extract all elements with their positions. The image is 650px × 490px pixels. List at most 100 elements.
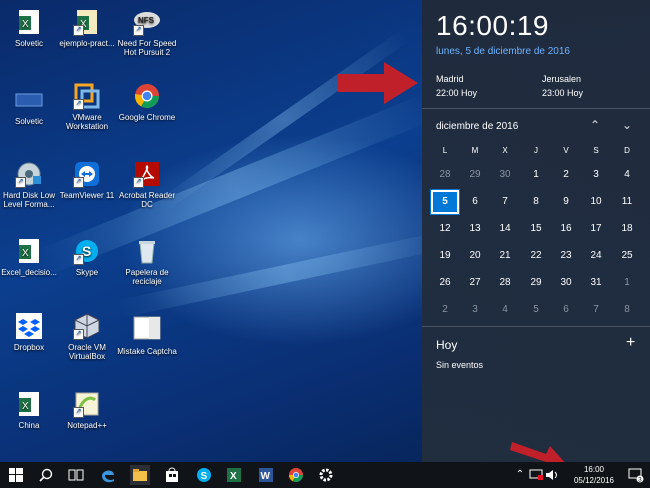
calendar-day[interactable]: 19 [430, 243, 460, 269]
action-center-icon[interactable]: 3 [626, 465, 646, 485]
svg-text:S: S [201, 471, 208, 482]
add-event-icon[interactable]: + [626, 334, 635, 352]
excel-file-icon: X↗ [73, 8, 101, 36]
calendar-day[interactable]: 16 [551, 216, 581, 242]
weekday-label: J [534, 146, 538, 155]
calendar-day[interactable]: 8 [612, 297, 642, 323]
red-arrow-icon [338, 62, 418, 104]
divider [422, 108, 650, 109]
settings-icon[interactable] [316, 465, 336, 485]
calendar-day[interactable]: 25 [612, 243, 642, 269]
calendar-day[interactable]: 18 [612, 216, 642, 242]
calendar-day[interactable]: 9 [551, 189, 581, 215]
task-view-icon[interactable] [66, 465, 86, 485]
calendar-day[interactable]: 1 [521, 162, 551, 188]
calendar-day[interactable]: 28 [430, 162, 460, 188]
folder-shortcut-icon [15, 86, 43, 114]
calendar-day[interactable]: 7 [581, 297, 611, 323]
calendar-day[interactable]: 4 [612, 162, 642, 188]
nfs-game-icon: NFS ↗ [133, 8, 161, 36]
start-icon[interactable] [6, 465, 26, 485]
divider [422, 326, 650, 327]
chevron-up-icon[interactable]: ⌃ [590, 118, 600, 132]
calendar-day[interactable]: 24 [581, 243, 611, 269]
calendar-day[interactable]: 30 [551, 270, 581, 296]
clock-calendar-flyout: 16:00:19 lunes, 5 de diciembre de 2016 M… [422, 0, 650, 462]
desktop-icon-recycle-bin[interactable]: Papelera de reciclaje [112, 237, 182, 286]
calendar-day[interactable]: 8 [521, 189, 551, 215]
file-explorer-icon[interactable] [130, 465, 150, 485]
calendar-day[interactable]: 29 [460, 162, 490, 188]
taskbar: S X W ⌃ 3 [0, 462, 650, 488]
calendar-day[interactable]: 3 [460, 297, 490, 323]
calendar-day[interactable]: 7 [490, 189, 520, 215]
flyout-date-link[interactable]: lunes, 5 de diciembre de 2016 [436, 46, 570, 57]
calendar-day[interactable]: 3 [581, 162, 611, 188]
agenda-empty-text: Sin eventos [436, 360, 484, 370]
recycle-bin-icon [133, 237, 161, 265]
desktop-icon-mistake-captcha[interactable]: Mistake Captcha [112, 316, 182, 356]
desktop-icon-chrome[interactable]: Google Chrome [112, 82, 182, 122]
calendar-day[interactable]: 10 [581, 189, 611, 215]
store-icon[interactable] [162, 465, 182, 485]
desktop-icon-acrobat[interactable]: ↗ Acrobat Reader DC [112, 160, 182, 209]
skype-icon[interactable]: S [194, 465, 214, 485]
calendar-day[interactable]: 29 [521, 270, 551, 296]
vmware-icon: ↗ [73, 82, 101, 110]
chrome-icon[interactable] [286, 465, 306, 485]
calendar-day[interactable]: 28 [490, 270, 520, 296]
calendar-day[interactable]: 23 [551, 243, 581, 269]
calendar-day[interactable]: 30 [490, 162, 520, 188]
volume-icon[interactable] [542, 465, 562, 485]
notepadpp-icon: ↗ [73, 390, 101, 418]
calendar-day[interactable]: 1 [612, 270, 642, 296]
excel-file-icon: X [15, 8, 43, 36]
weekday-label: V [563, 146, 569, 155]
svg-text:X: X [22, 248, 29, 259]
chevron-down-icon[interactable]: ⌄ [622, 118, 632, 132]
calendar-day[interactable]: 12 [430, 216, 460, 242]
calendar-day[interactable]: 5 [430, 189, 460, 215]
svg-text:NFS: NFS [138, 16, 155, 25]
svg-text:X: X [22, 401, 29, 412]
calendar-day[interactable]: 4 [490, 297, 520, 323]
skype-icon: S ↗ [73, 237, 101, 265]
search-icon[interactable] [36, 465, 56, 485]
calendar-day[interactable]: 14 [490, 216, 520, 242]
calendar-day[interactable]: 21 [490, 243, 520, 269]
calendar-day[interactable]: 22 [521, 243, 551, 269]
edge-icon[interactable] [98, 465, 118, 485]
calendar-day[interactable]: 2 [430, 297, 460, 323]
calendar-day[interactable]: 31 [581, 270, 611, 296]
weekday-label: M [471, 146, 479, 155]
svg-text:W: W [261, 471, 271, 482]
teamviewer-icon: ↗ [73, 160, 101, 188]
calendar-day[interactable]: 5 [521, 297, 551, 323]
desktop-icon-notepadpp[interactable]: ↗ Notepad++ [52, 390, 122, 430]
chrome-icon [133, 82, 161, 110]
calendar-day[interactable]: 6 [551, 297, 581, 323]
calendar-day[interactable]: 15 [521, 216, 551, 242]
desktop-icon-nfs[interactable]: NFS ↗ Need For Speed Hot Pursuit 2 [112, 8, 182, 57]
virtualbox-icon: ↗ [73, 312, 101, 340]
calendar-day[interactable]: 26 [430, 270, 460, 296]
taskbar-clock[interactable]: 16:00 05/12/2016 [572, 464, 616, 486]
flyout-clock: 16:00:19 [436, 10, 549, 41]
hdd-tool-icon: ↗ [15, 160, 43, 188]
calendar-month-label[interactable]: diciembre de 2016 [436, 121, 518, 132]
calendar-day[interactable]: 27 [460, 270, 490, 296]
weekday-label: L [442, 146, 448, 155]
acrobat-icon: ↗ [133, 160, 161, 188]
excel-icon[interactable]: X [224, 465, 244, 485]
word-icon[interactable]: W [256, 465, 276, 485]
captcha-icon [133, 316, 161, 344]
calendar-day[interactable]: 11 [612, 189, 642, 215]
calendar-day[interactable]: 20 [460, 243, 490, 269]
timezone-jerusalen: Jerusalen 23:00 Hoy [542, 74, 584, 98]
calendar-day[interactable]: 13 [460, 216, 490, 242]
calendar-day[interactable]: 6 [460, 189, 490, 215]
svg-text:X: X [230, 471, 237, 482]
calendar-day[interactable]: 17 [581, 216, 611, 242]
agenda-title: Hoy [436, 338, 458, 352]
calendar-day[interactable]: 2 [551, 162, 581, 188]
